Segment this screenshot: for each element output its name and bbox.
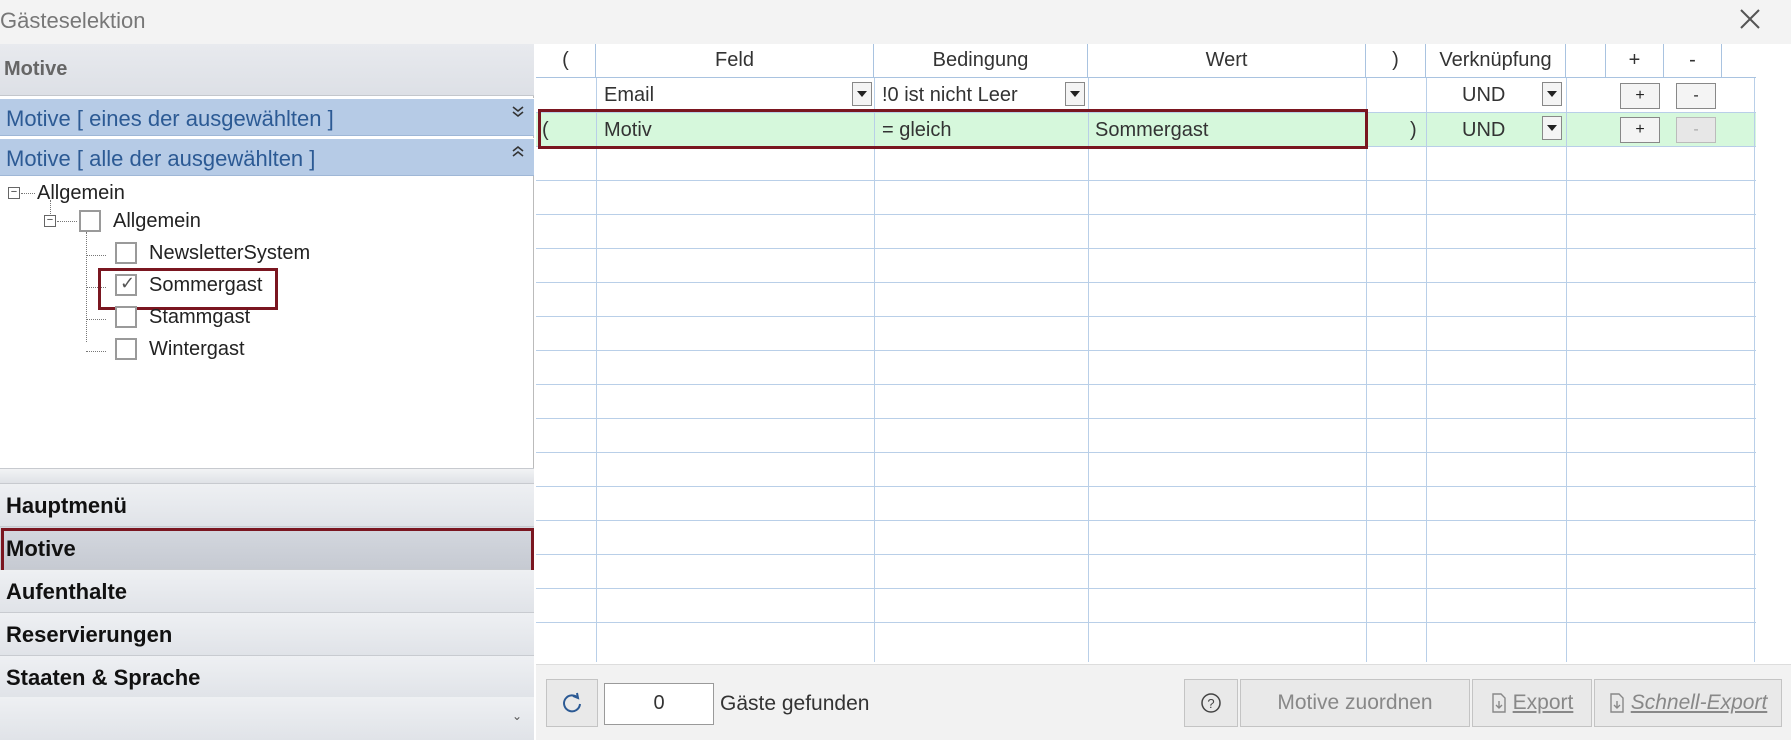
add-row-button[interactable]: + <box>1620 117 1660 143</box>
assign-motives-label: Motive zuordnen <box>1277 691 1433 714</box>
nav-staaten-sprache[interactable]: Staaten & Sprache <box>0 656 534 699</box>
header-blank <box>1722 44 1756 78</box>
nav-motive[interactable]: Motive <box>0 527 534 575</box>
panel-header-label: Motive <box>4 58 68 80</box>
group-bar-all-selected[interactable]: Motive [ alle der ausgewählten ] <box>0 138 534 176</box>
header-wert[interactable]: Wert <box>1088 44 1366 78</box>
title-bar: Gästeselektion <box>0 0 1791 44</box>
header-close-paren[interactable]: ) <box>1366 44 1426 78</box>
cell-link[interactable]: UND <box>1462 119 1505 142</box>
highlight-box <box>538 109 1368 149</box>
panel-header: Motive <box>0 44 534 96</box>
condition-grid: ( Feld Bedingung Wert ) Verknüpfung + - … <box>536 44 1756 664</box>
cell-condition[interactable]: !0 ist nicht Leer <box>882 84 1018 107</box>
refresh-icon <box>563 692 581 713</box>
nav-label: Staaten & Sprache <box>6 665 201 690</box>
svg-text:?: ? <box>1207 696 1214 711</box>
checkbox-stammgast[interactable] <box>115 306 137 328</box>
left-panel: Motive Motive [ eines der ausgewählten ]… <box>0 44 534 740</box>
nav-label: Aufenthalte <box>6 579 127 604</box>
header-bedingung[interactable]: Bedingung <box>874 44 1088 78</box>
assign-motives-button[interactable]: Motive zuordnen <box>1240 679 1470 727</box>
bottom-toolbar: 0 Gäste gefunden ? Motive zuordnen Expor… <box>536 664 1791 740</box>
tree-item-stammgast[interactable]: Stammgast <box>149 306 250 329</box>
motive-tree: − Allgemein − Allgemein NewsletterSystem… <box>0 176 534 468</box>
panel-splitter[interactable] <box>0 468 534 484</box>
export-icon <box>1610 693 1624 714</box>
double-chevron-up-icon[interactable] <box>512 145 524 162</box>
tree-node-allgemein[interactable]: Allgemein <box>113 210 201 233</box>
header-minus[interactable]: - <box>1664 44 1722 78</box>
chevron-down-icon[interactable]: ⌄ <box>512 709 522 723</box>
collapse-icon[interactable]: − <box>44 215 56 227</box>
dropdown-arrow-icon[interactable] <box>852 82 872 106</box>
export-button[interactable]: Export <box>1472 679 1592 727</box>
header-feld[interactable]: Feld <box>596 44 874 78</box>
tree-item-newslettersystem[interactable]: NewsletterSystem <box>149 242 310 265</box>
cell-close-paren[interactable]: ) <box>1410 119 1417 142</box>
highlight-box <box>98 268 278 310</box>
dropdown-arrow-icon[interactable] <box>1542 82 1562 106</box>
guest-count-field: 0 <box>604 683 714 725</box>
dropdown-arrow-icon[interactable] <box>1065 82 1085 106</box>
nav-label: Hauptmenü <box>6 493 127 518</box>
header-open-paren[interactable]: ( <box>536 44 596 78</box>
window-title: Gästeselektion <box>0 8 146 33</box>
nav-footer: ⌄ <box>0 697 534 740</box>
help-button[interactable]: ? <box>1184 679 1238 727</box>
export-label: Export <box>1512 691 1574 714</box>
header-verknuepfung[interactable]: Verknüpfung <box>1426 44 1566 78</box>
nav-label: Motive <box>6 536 76 561</box>
quick-export-label: Schnell-Export <box>1630 691 1768 714</box>
checkbox-newslettersystem[interactable] <box>115 242 137 264</box>
group-bar-any-selected[interactable]: Motive [ eines der ausgewählten ] <box>0 98 534 136</box>
remove-row-button[interactable]: - <box>1676 83 1716 109</box>
refresh-button[interactable] <box>546 679 598 727</box>
add-row-button[interactable]: + <box>1620 83 1660 109</box>
export-icon <box>1491 693 1506 714</box>
header-plus[interactable]: + <box>1606 44 1664 78</box>
close-icon[interactable] <box>1735 4 1765 34</box>
checkbox-wintergast[interactable] <box>115 338 137 360</box>
cell-field[interactable]: Email <box>604 84 654 107</box>
header-blank <box>1566 44 1606 78</box>
checkbox-allgemein[interactable] <box>79 210 101 232</box>
nav-hauptmenue[interactable]: Hauptmenü <box>0 484 534 527</box>
nav-aufenthalte[interactable]: Aufenthalte <box>0 570 534 613</box>
double-chevron-down-icon[interactable] <box>512 105 524 122</box>
tree-item-wintergast[interactable]: Wintergast <box>149 338 245 361</box>
nav-label: Reservierungen <box>6 622 173 647</box>
help-icon: ? <box>1201 693 1221 713</box>
group-bar-label: Motive [ alle der ausgewählten ] <box>6 146 316 171</box>
collapse-icon[interactable]: − <box>8 187 20 199</box>
dropdown-arrow-icon[interactable] <box>1542 116 1562 140</box>
nav-reservierungen[interactable]: Reservierungen <box>0 613 534 656</box>
guests-found-label: Gäste gefunden <box>720 692 870 715</box>
cell-link[interactable]: UND <box>1462 84 1505 107</box>
remove-row-button[interactable]: - <box>1676 117 1716 143</box>
group-bar-label: Motive [ eines der ausgewählten ] <box>6 106 334 131</box>
quick-export-button[interactable]: Schnell-Export <box>1594 679 1782 727</box>
